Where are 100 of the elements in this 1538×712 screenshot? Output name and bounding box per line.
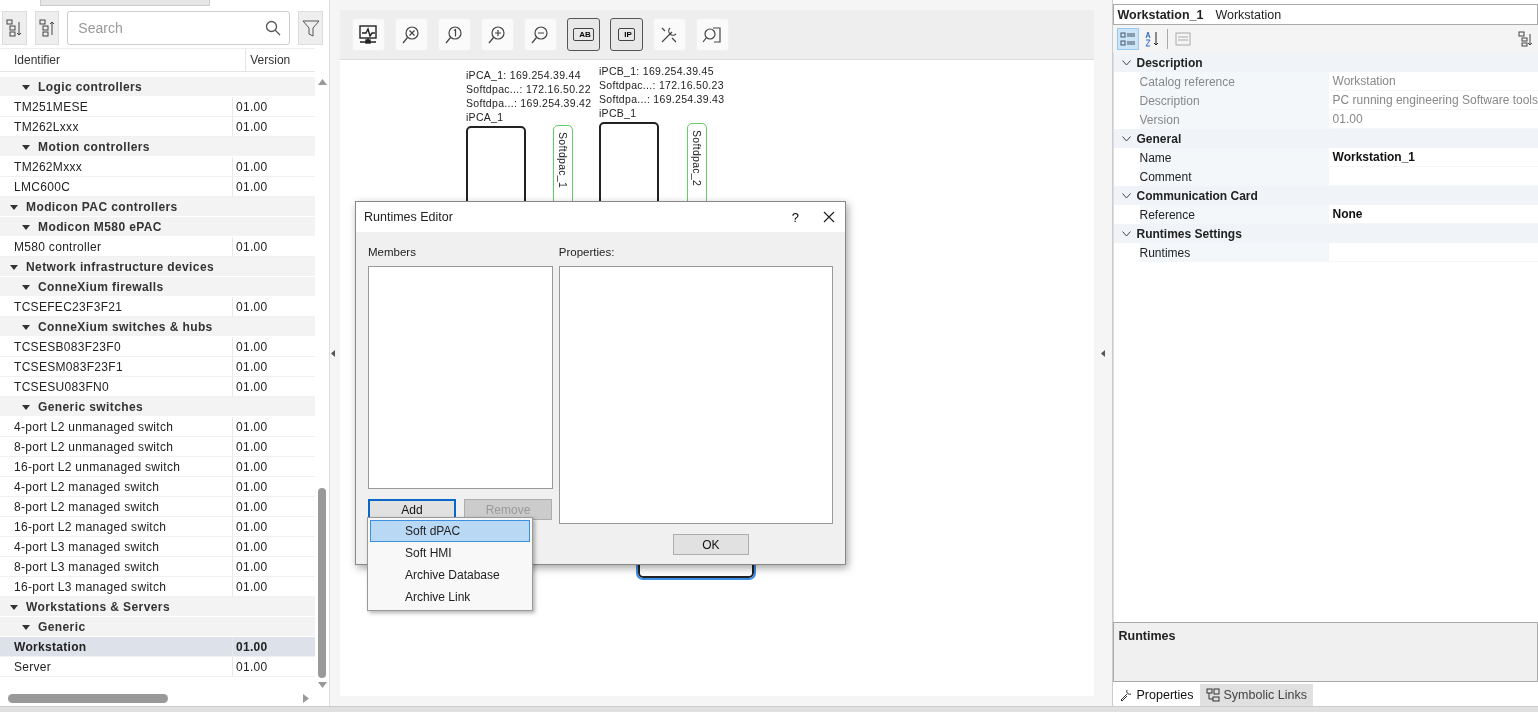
group-label: Network infrastructure devices bbox=[26, 259, 215, 274]
catalog-group[interactable]: Modicon M580 ePAC bbox=[0, 217, 315, 237]
catalog-row[interactable]: TM262Lxxx 01.00 bbox=[0, 117, 315, 137]
catalog-row[interactable]: LMC600C 01.00 bbox=[0, 177, 315, 197]
version-cell: 01.00 bbox=[232, 457, 294, 476]
device-address-label: Softdpac...: 172.16.50.22 bbox=[465, 82, 592, 96]
property-category[interactable]: Runtimes Settings bbox=[1113, 224, 1538, 243]
property-value[interactable]: Workstation bbox=[1329, 72, 1538, 91]
identifier-cell-text: TCSESM083F23F1 bbox=[13, 358, 124, 376]
catalog-row[interactable]: 8-port L2 unmanaged switch 01.00 bbox=[0, 437, 315, 457]
property-pages-icon bbox=[1174, 31, 1191, 47]
identifier-cell-text: TCSESU083FN0 bbox=[13, 378, 110, 396]
catalog-row[interactable]: 16-port L2 unmanaged switch 01.00 bbox=[0, 457, 315, 477]
version-cell: 01.00 bbox=[232, 377, 294, 396]
catalog-row[interactable]: 4-port L2 unmanaged switch 01.00 bbox=[0, 417, 315, 437]
toolbar-button[interactable]: IP bbox=[609, 18, 643, 51]
ok-button[interactable]: OK bbox=[672, 534, 749, 555]
version-cell: 01.00 bbox=[232, 477, 294, 496]
scrollbar-thumb[interactable] bbox=[318, 488, 326, 678]
catalog-row[interactable]: 16-port L2 managed switch 01.00 bbox=[0, 517, 315, 537]
catalog-row[interactable]: TCSESM083F23F1 01.00 bbox=[0, 357, 315, 377]
monitor-icon bbox=[357, 23, 380, 46]
identifier-cell-text: Workstation bbox=[13, 638, 88, 656]
catalog-row[interactable]: TM262Mxxx 01.00 bbox=[0, 157, 315, 177]
menu-item[interactable]: Archive Link bbox=[370, 586, 530, 608]
category-title: Communication Card bbox=[1136, 188, 1258, 203]
identifier-cell-text: M580 controller bbox=[13, 238, 103, 256]
panel-tab[interactable]: Symbolic Links bbox=[1199, 684, 1313, 706]
device-address-label: iPCA_1 bbox=[465, 110, 505, 124]
catalog-row[interactable]: 8-port L2 managed switch 01.00 bbox=[0, 497, 315, 517]
catalog-row[interactable]: Workstation 01.00 bbox=[0, 637, 315, 657]
identifier-cell-text: 8-port L2 unmanaged switch bbox=[13, 438, 175, 456]
search-field[interactable]: Search bbox=[67, 11, 291, 45]
group-label: Modicon M580 ePAC bbox=[38, 219, 162, 234]
scroll-down-icon bbox=[317, 682, 327, 688]
property-label: Comment bbox=[1139, 167, 1330, 186]
catalog-group[interactable]: ConneXium switches & hubs bbox=[0, 317, 315, 337]
catalog-group[interactable]: Modicon PAC controllers bbox=[0, 197, 315, 217]
catalog-group[interactable]: Generic bbox=[0, 617, 315, 637]
property-label: Runtimes bbox=[1139, 243, 1330, 262]
property-category[interactable]: Description bbox=[1113, 53, 1538, 72]
catalog-row[interactable]: TCSEFEC23F3F21 01.00 bbox=[0, 297, 315, 317]
property-label: Catalog reference bbox=[1139, 72, 1330, 91]
catalog-row[interactable]: TCSESU083FN0 01.00 bbox=[0, 377, 315, 397]
version-cell: 01.00 bbox=[232, 97, 294, 116]
property-category[interactable]: Communication Card bbox=[1113, 186, 1538, 205]
filter-button[interactable] bbox=[298, 11, 323, 45]
toolbar-button[interactable]: AB bbox=[566, 18, 600, 51]
view-button[interactable] bbox=[1116, 28, 1139, 50]
column-header[interactable]: Identifier bbox=[0, 49, 246, 71]
help-button[interactable]: ? bbox=[791, 209, 799, 225]
category-title: General bbox=[1136, 131, 1182, 146]
device-address-label: iPCB_1: 169.254.39.45 bbox=[598, 64, 715, 78]
dialog-title: Runtimes Editor bbox=[364, 210, 454, 224]
property-value[interactable]: PC running engineering Software tools bbox=[1329, 91, 1538, 110]
catalog-row[interactable]: 4-port L3 managed switch 01.00 bbox=[0, 537, 315, 557]
collapse-all-button[interactable] bbox=[34, 11, 60, 45]
categorized-icon bbox=[1119, 31, 1136, 47]
identifier-cell-text: 8-port L2 managed switch bbox=[13, 498, 161, 516]
property-value[interactable]: Workstation_1 bbox=[1329, 148, 1538, 167]
catalog-group[interactable]: Network infrastructure devices bbox=[0, 257, 315, 277]
catalog-group[interactable]: Workstations & Servers bbox=[0, 597, 315, 617]
catalog-group[interactable]: Logic controllers bbox=[0, 77, 315, 97]
property-category[interactable]: General bbox=[1113, 129, 1538, 148]
catalog-row[interactable]: 8-port L3 managed switch 01.00 bbox=[0, 557, 315, 577]
device-address-label: iPCB_1 bbox=[598, 106, 638, 120]
menu-item[interactable]: Soft HMI bbox=[370, 542, 530, 564]
toolbar-button[interactable] bbox=[437, 18, 471, 51]
object-type: Workstation bbox=[1215, 7, 1282, 22]
version-cell: 01.00 bbox=[232, 557, 294, 576]
version-cell: 01.00 bbox=[232, 357, 294, 376]
catalog-row[interactable]: Server 01.00 bbox=[0, 657, 315, 677]
wrench-icon bbox=[1118, 688, 1133, 702]
toolbar-button[interactable] bbox=[351, 18, 385, 51]
device-address-label: Softdpac...: 172.16.50.23 bbox=[598, 78, 725, 92]
toolbar-button[interactable] bbox=[394, 18, 428, 51]
menu-item[interactable]: Archive Database bbox=[370, 564, 530, 586]
catalog-row[interactable]: TCSESB083F23F0 01.00 bbox=[0, 337, 315, 357]
device-address-label: Softdpa...: 169.254.39.42 bbox=[465, 96, 592, 110]
scrollbar-thumb[interactable] bbox=[8, 693, 168, 703]
menu-item[interactable]: Soft dPAC bbox=[370, 520, 530, 542]
column-header[interactable]: Version bbox=[245, 49, 315, 71]
identifier-cell-text: TCSESB083F23F0 bbox=[13, 338, 122, 356]
group-label: Generic switches bbox=[38, 399, 144, 414]
catalog-row[interactable]: 16-port L3 managed switch 01.00 bbox=[0, 577, 315, 597]
catalog-row[interactable]: TM251MESE 01.00 bbox=[0, 97, 315, 117]
toolbar-button[interactable] bbox=[480, 18, 514, 51]
close-button[interactable] bbox=[823, 211, 835, 223]
toolbar-button[interactable] bbox=[523, 18, 557, 51]
sort-az-icon bbox=[1143, 31, 1160, 47]
catalog-group[interactable]: Motion controllers bbox=[0, 137, 315, 157]
expand-all-button[interactable] bbox=[2, 11, 27, 45]
identifier-cell-text: 4-port L2 unmanaged switch bbox=[13, 418, 175, 436]
catalog-group[interactable]: Generic switches bbox=[0, 397, 315, 417]
catalog-row[interactable]: M580 controller 01.00 bbox=[0, 237, 315, 257]
identifier-cell-text: 8-port L3 managed switch bbox=[13, 558, 161, 576]
tag-icon: AB bbox=[573, 28, 594, 41]
group-label: Generic bbox=[38, 619, 86, 634]
catalog-row[interactable]: 4-port L2 managed switch 01.00 bbox=[0, 477, 315, 497]
catalog-group[interactable]: ConneXium firewalls bbox=[0, 277, 315, 297]
